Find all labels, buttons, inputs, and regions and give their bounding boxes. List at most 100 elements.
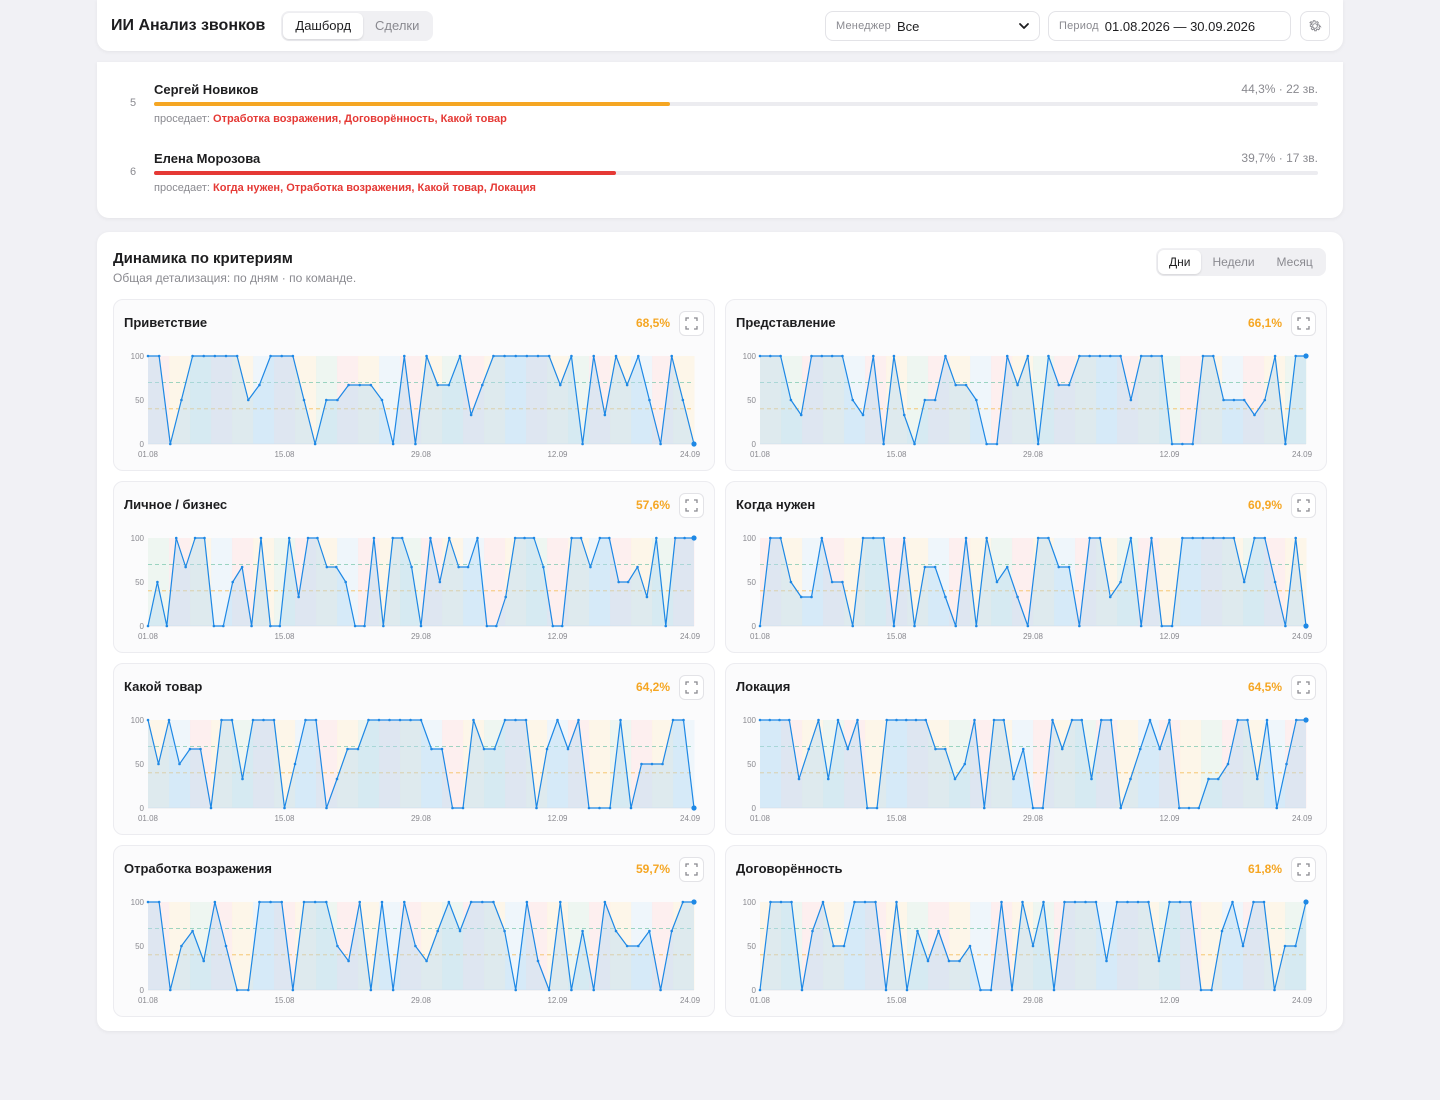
data-point: [313, 900, 317, 904]
y-tick-label: 50: [747, 578, 756, 587]
data-point: [964, 383, 968, 387]
tab-deals[interactable]: Сделки: [363, 13, 431, 39]
data-point: [410, 565, 413, 569]
data-point: [436, 929, 440, 933]
expand-chart-button[interactable]: [679, 857, 704, 882]
data-point: [358, 900, 362, 904]
main-tabs: Дашборд Сделки: [281, 10, 434, 41]
data-point: [636, 944, 640, 948]
data-point: [861, 536, 865, 540]
section-title: Динамика по критериям: [113, 250, 293, 267]
data-point: [1016, 383, 1019, 387]
data-point: [251, 718, 255, 722]
criterion-line-chart: 100 50 001.08 15.08 29.08 12.09 24.09: [743, 534, 1313, 641]
data-point: [224, 944, 228, 948]
manager-stat: 44,3% · 22 зв.: [1241, 82, 1318, 96]
data-point: [1078, 354, 1081, 358]
tab-days[interactable]: Дни: [1158, 250, 1202, 274]
manager-name[interactable]: Сергей Новиков: [154, 82, 258, 97]
tab-dashboard[interactable]: Дашборд: [283, 12, 364, 39]
data-point: [973, 718, 976, 722]
data-point: [503, 929, 506, 933]
x-tick-label: 12.09: [1159, 814, 1180, 823]
data-point: [1002, 718, 1006, 722]
data-point: [461, 806, 465, 810]
fullscreen-icon: [1297, 317, 1310, 330]
data-point: [810, 354, 813, 358]
criterion-line-chart: 100 50 001.08 15.08 29.08 12.09 24.09: [131, 352, 701, 459]
data-point: [851, 398, 855, 402]
data-point: [1222, 536, 1225, 540]
data-point: [1036, 536, 1040, 540]
manager-select[interactable]: Менеджер Все: [825, 11, 1040, 41]
data-point: [1063, 900, 1066, 904]
data-point: [1207, 777, 1210, 781]
data-point: [235, 354, 239, 358]
data-point: [524, 718, 528, 722]
y-tick-label: 50: [747, 760, 756, 769]
data-point: [556, 718, 559, 722]
data-point: [258, 383, 261, 387]
data-point: [391, 442, 395, 446]
y-tick-label: 100: [131, 716, 145, 725]
data-point: [598, 806, 601, 810]
data-point: [246, 398, 250, 402]
data-point: [904, 718, 908, 722]
data-point: [388, 718, 391, 722]
data-point: [430, 747, 433, 751]
data-point: [1016, 595, 1019, 599]
data-point: [414, 442, 417, 446]
data-point: [440, 747, 444, 751]
data-point: [1284, 624, 1287, 628]
data-point: [391, 536, 395, 540]
data-point: [346, 747, 349, 751]
criterion-chart-card: Личное / бизнес 57,6% 100 50 0 01.08 15.08 29.0…: [113, 481, 715, 653]
data-point: [608, 806, 612, 810]
data-point: [451, 806, 454, 810]
y-tick-label: 100: [743, 716, 757, 725]
expand-chart-button[interactable]: [1291, 857, 1316, 882]
data-point: [224, 354, 228, 358]
data-point: [514, 718, 517, 722]
expand-chart-button[interactable]: [679, 311, 704, 336]
data-point: [1303, 623, 1309, 629]
data-point: [469, 900, 473, 904]
data-point: [933, 565, 937, 569]
data-point: [377, 718, 381, 722]
data-point: [380, 398, 384, 402]
expand-chart-button[interactable]: [679, 493, 704, 518]
data-point: [235, 988, 239, 992]
fullscreen-icon: [685, 863, 698, 876]
tab-month[interactable]: Месяц: [1266, 250, 1324, 274]
period-picker[interactable]: Период 01.08.2026 — 30.09.2026: [1048, 11, 1291, 41]
x-tick-label: 24.09: [1292, 996, 1313, 1005]
gear-icon: [1309, 20, 1322, 32]
x-tick-label: 15.08: [274, 632, 295, 641]
expand-chart-button[interactable]: [1291, 493, 1316, 518]
expand-chart-button[interactable]: [679, 675, 704, 700]
data-point: [380, 900, 384, 904]
expand-chart-button[interactable]: [1291, 311, 1316, 336]
data-point: [589, 565, 592, 569]
data-point: [581, 442, 584, 446]
data-point: [968, 944, 972, 948]
data-point: [476, 536, 479, 540]
data-point: [1000, 900, 1003, 904]
data-point: [1157, 959, 1161, 963]
data-point: [874, 900, 877, 904]
data-point: [1187, 806, 1191, 810]
criterion-percent: 60,9%: [1247, 498, 1282, 512]
manager-name[interactable]: Елена Морозова: [154, 151, 260, 166]
x-tick-label: 29.08: [1023, 996, 1044, 1005]
x-tick-label: 12.09: [547, 814, 568, 823]
expand-chart-button[interactable]: [1291, 675, 1316, 700]
data-point: [856, 718, 859, 722]
data-point: [655, 536, 658, 540]
y-tick-label: 0: [140, 440, 145, 449]
settings-button[interactable]: [1300, 11, 1330, 41]
data-point: [391, 988, 395, 992]
data-point: [1160, 354, 1164, 358]
tab-weeks[interactable]: Недели: [1201, 250, 1265, 274]
manager-progress-track: [154, 171, 1318, 175]
data-point: [1191, 536, 1194, 540]
